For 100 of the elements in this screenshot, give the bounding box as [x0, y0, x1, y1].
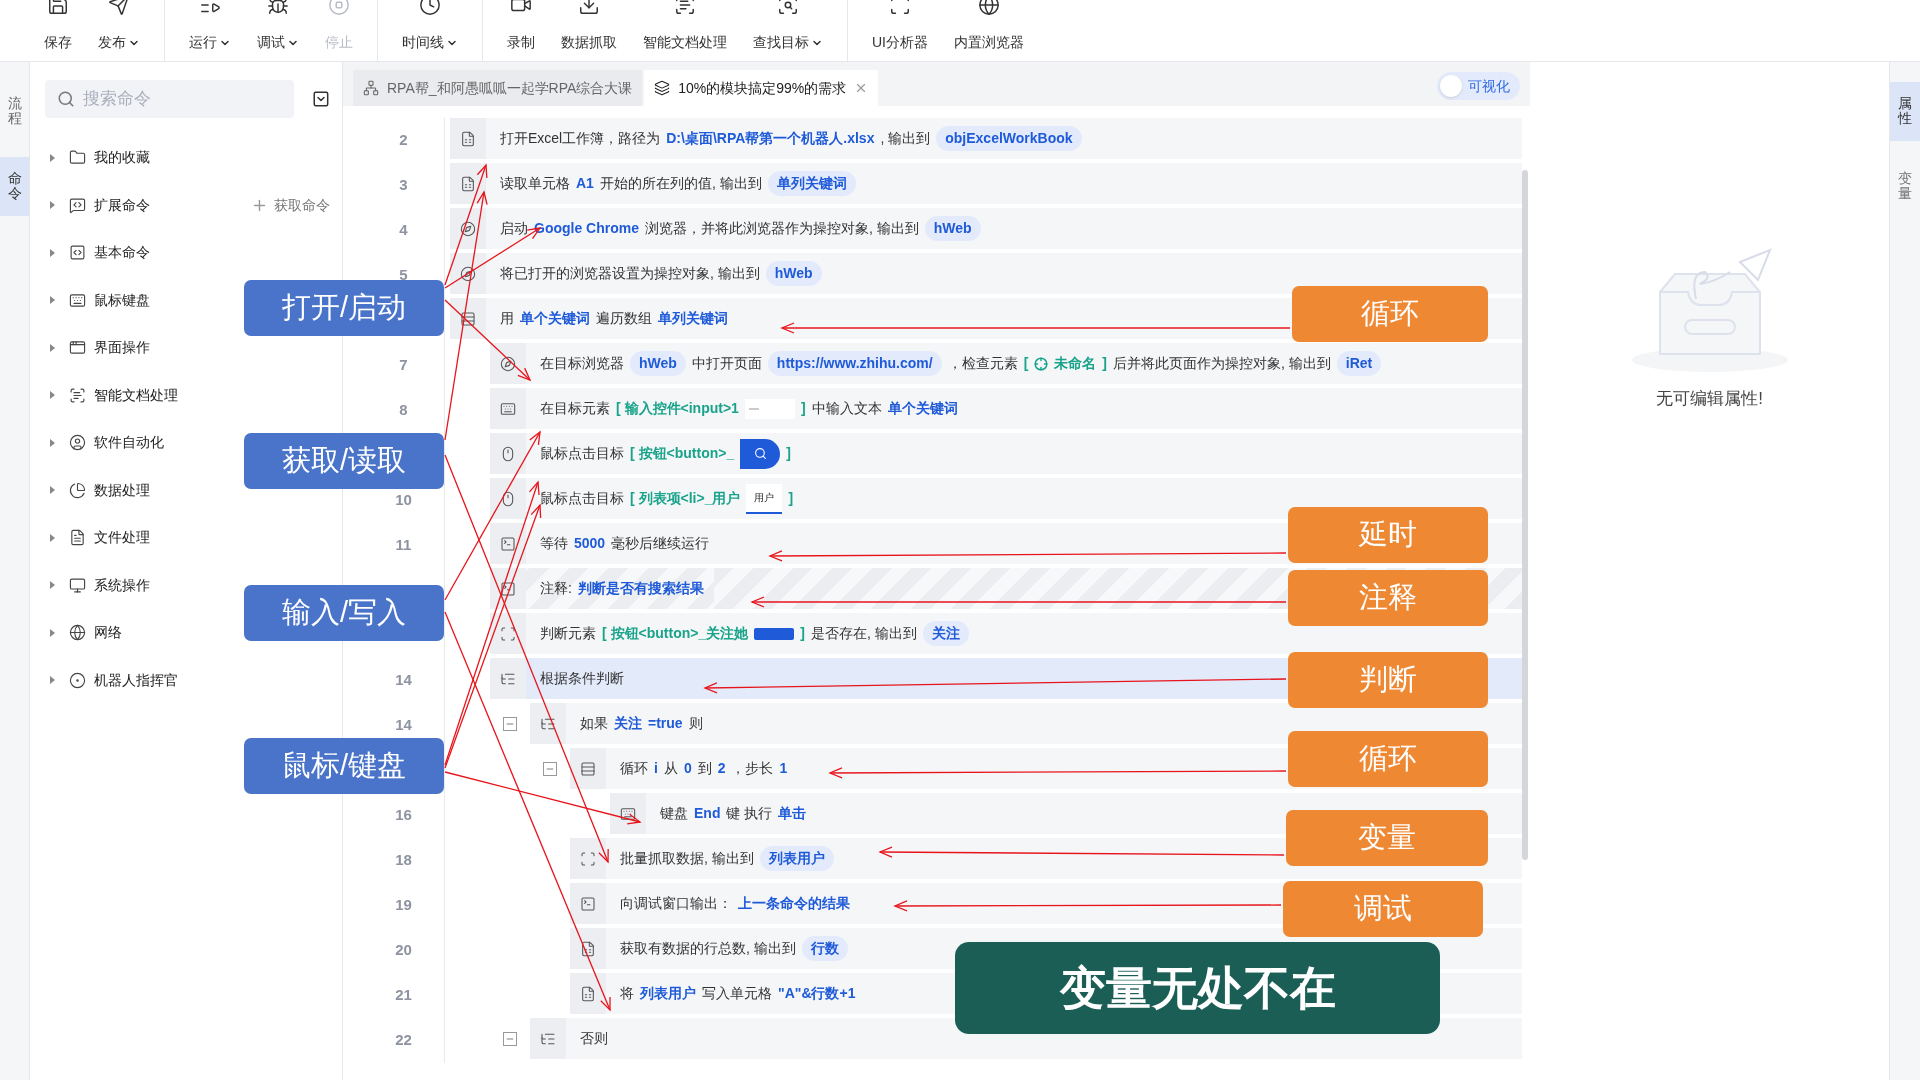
collapse-toggle[interactable]	[543, 761, 557, 776]
variable-chip: hWeb	[630, 351, 686, 376]
toolbar-button[interactable]: 时间线	[396, 0, 464, 61]
command-row[interactable]: 循环 i 从 0 到 2 ，步长 1	[570, 748, 798, 789]
side-tab[interactable]: 变量	[1890, 156, 1920, 216]
command-row[interactable]: 在目标元素 [ 输入控件<input>1 ] 中输入文本 单个关键词	[490, 388, 968, 429]
banner-label: 变量无处不在	[955, 942, 1440, 1034]
collapse-toggle[interactable]	[503, 1031, 517, 1046]
mouse-icon	[500, 490, 516, 507]
toolbar-button[interactable]: 内置浏览器	[948, 0, 1030, 61]
command-text: 是否存在, 输出到	[810, 624, 917, 643]
toolbar-button[interactable]: 运行	[183, 0, 237, 61]
spreadsheet-icon	[580, 985, 596, 1002]
side-tab[interactable]: 流程	[0, 82, 29, 141]
toolbar-button[interactable]: 智能文档处理	[637, 0, 733, 61]
command-row[interactable]: 根据条件判断	[490, 658, 634, 699]
tree-item[interactable]: 界面操作	[50, 337, 150, 359]
variable-chip: 列表用户	[759, 846, 834, 871]
command-row[interactable]: 鼠标点击目标 [ 按钮<button>_ ]	[490, 433, 801, 474]
command-row[interactable]: 打开Excel工作簿，路径为 D:\桌面\RPA帮第一个机器人.xlsx , 输出到 objExcelWorkBook	[450, 118, 1092, 159]
parameter-value: 关注	[614, 714, 642, 733]
tree-item[interactable]: 网络	[50, 622, 122, 644]
collapse-icon[interactable]	[312, 90, 330, 108]
side-tab[interactable]: 属性	[1890, 82, 1920, 141]
toolbar-button[interactable]: UI分析器	[866, 0, 934, 61]
empty-state-text: 无可编辑属性!	[1656, 388, 1763, 410]
expand-arrow-icon	[50, 296, 55, 305]
command-row[interactable]: 启动 Google Chrome 浏览器，并将此浏览器作为操控对象, 输出到 hWeb	[450, 208, 991, 249]
variable-chip: 行数	[801, 936, 848, 961]
tree-item[interactable]: 基本命令	[50, 242, 150, 264]
expand-arrow-icon	[50, 153, 55, 162]
line-number: 14	[395, 715, 412, 736]
person-circle-icon	[69, 434, 86, 452]
command-row[interactable]: 键盘 End 键 执行 单击	[610, 793, 817, 834]
tree-item[interactable]: 系统操作	[50, 574, 150, 596]
toolbar-button[interactable]: 保存	[38, 0, 78, 61]
toolbar-button[interactable]: 发布	[92, 0, 146, 61]
expand-arrow-icon	[50, 628, 55, 637]
tree-item[interactable]: 数据处理	[50, 479, 150, 501]
command-text: 在目标浏览器	[540, 354, 624, 373]
bug-icon	[267, 0, 289, 16]
command-row[interactable]: 在目标浏览器 hWeb 中打开页面 https://www.zhihu.com/ ，检查元素 [ 未命名 ] 后并将此页面作为操控对象, 输出到 iRet	[490, 343, 1392, 384]
toolbar-button[interactable]: 录制	[501, 0, 541, 61]
command-text: 等待	[540, 534, 568, 553]
command-row[interactable]: 如果 关注 =true 则	[530, 703, 713, 744]
command-row[interactable]: 注释: 判断是否有搜索结果	[490, 568, 714, 609]
file-icon	[69, 529, 86, 547]
editor-tab[interactable]: RPA帮_和阿愚呱呱一起学RPA综合大课	[353, 70, 643, 106]
side-tab[interactable]: 命令	[0, 156, 29, 216]
command-row[interactable]: 向调试窗口输出： 上一条命令的结果	[570, 883, 860, 924]
editor-tab[interactable]: 10%的模块搞定99%的需求	[644, 70, 879, 106]
command-text: 获取有数据的行总数, 输出到	[620, 939, 796, 958]
command-row[interactable]: 将 列表用户 写入单元格 "A"&行数+1	[570, 973, 866, 1014]
command-text: 写入单元格	[702, 984, 772, 1003]
tree-item[interactable]: 软件自动化	[50, 432, 164, 454]
frame-icon	[580, 850, 596, 867]
command-text: 中输入文本	[811, 399, 882, 418]
command-text: 判断元素	[540, 624, 596, 643]
element-reference: ]	[1102, 354, 1107, 373]
parameter-value: "A"&行数+1	[778, 984, 856, 1003]
toolbar-button[interactable]: 调试	[251, 0, 305, 61]
search-icon	[753, 447, 767, 460]
expand-arrow-icon	[50, 676, 55, 685]
command-text: 毫秒后继续运行	[611, 534, 710, 553]
compass-icon	[500, 355, 516, 372]
line-number: 14	[395, 670, 412, 691]
command-text: 将已打开的浏览器设置为操控对象, 输出到	[500, 264, 760, 283]
command-row[interactable]: 将已打开的浏览器设置为操控对象, 输出到 hWeb	[450, 253, 832, 294]
parameter-value: Google Chrome	[534, 219, 639, 238]
tree-item[interactable]: 机器人指挥官	[50, 669, 178, 691]
parameter-value: 单击	[778, 804, 807, 823]
search-field[interactable]: 搜索命令	[45, 80, 295, 118]
element-thumbnail	[744, 398, 795, 419]
command-row[interactable]: 判断元素 [ 按钮<button>_关注她 ] 是否存在, 输出到 关注	[490, 613, 979, 654]
collapse-toggle[interactable]	[503, 716, 517, 731]
tree-item[interactable]: 文件处理	[50, 527, 150, 549]
parameter-value: 0	[683, 759, 692, 778]
folder-icon	[69, 149, 86, 167]
stop-icon	[328, 0, 350, 16]
command-row[interactable]: 用 单个关键词 遍历数组 单列关键词	[450, 298, 738, 339]
get-commands-link[interactable]: 获取命令	[251, 194, 330, 216]
command-row[interactable]: 否则	[530, 1018, 618, 1059]
line-number: 11	[395, 535, 412, 556]
mouse-icon	[500, 445, 516, 462]
toolbar-button[interactable]: 数据抓取	[555, 0, 623, 61]
scrollbar[interactable]	[1522, 170, 1528, 860]
tree-item[interactable]: 智能文档处理	[50, 384, 178, 406]
visual-toggle[interactable]: 可视化	[1437, 72, 1520, 100]
expand-arrow-icon	[50, 533, 55, 542]
tree-item[interactable]: 我的收藏	[50, 147, 150, 169]
command-row[interactable]: 获取有数据的行总数, 输出到 行数	[570, 928, 858, 969]
tree-item[interactable]: 鼠标键盘	[50, 289, 150, 311]
command-row[interactable]: 批量抓取数据, 输出到 列表用户	[570, 838, 844, 879]
variable-chip: 单列关键词	[767, 171, 856, 196]
command-row[interactable]: 读取单元格 A1 开始的所在列的值, 输出到 单列关键词	[450, 163, 866, 204]
command-row[interactable]: 鼠标点击目标 [ 列表项<li>_用户 用户 ]	[490, 478, 804, 519]
toolbar-button[interactable]: 查找目标	[747, 0, 829, 61]
command-row[interactable]: 等待 5000 毫秒后继续运行	[490, 523, 720, 564]
parameter-value: 单个关键词	[887, 399, 958, 418]
tree-item[interactable]: 扩展命令	[50, 194, 150, 216]
